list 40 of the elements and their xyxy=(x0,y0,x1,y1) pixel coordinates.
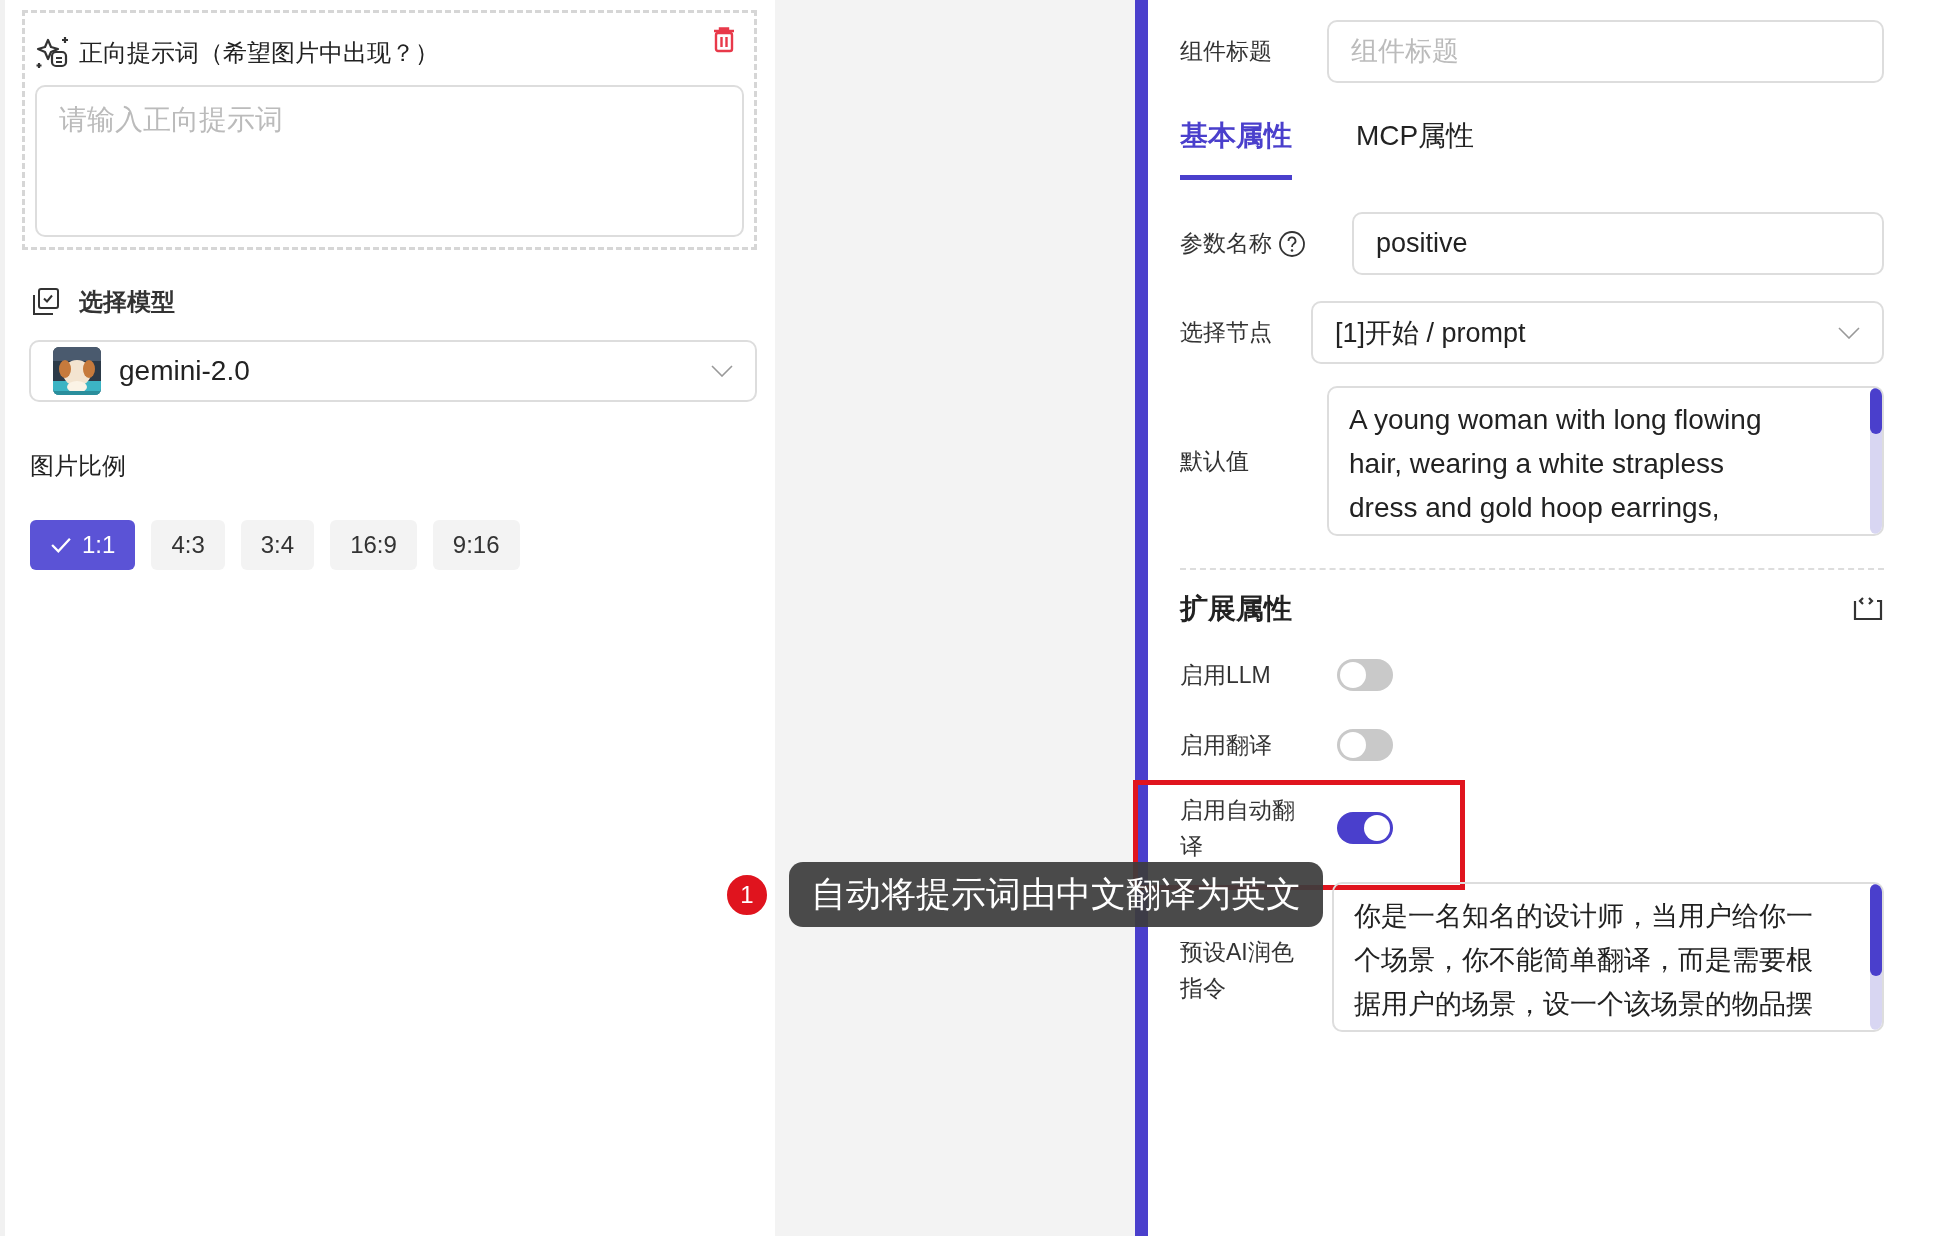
toggle-label: 启用自动翻译 xyxy=(1180,796,1296,861)
node-select[interactable]: [1]开始 / prompt xyxy=(1311,301,1884,364)
toggle-switch[interactable] xyxy=(1337,729,1393,761)
model-icon xyxy=(31,287,61,317)
ratio-option[interactable]: 9:16 xyxy=(432,520,520,570)
instruction-field[interactable]: 你是一名知名的设计师，当用户给你一 个场景，你不能简单翻译，而是需要根 据用户的场景，设一个该场景的物品摆 xyxy=(1332,882,1884,1032)
model-label: 选择模型 xyxy=(79,287,175,317)
field-label: 参数名称 xyxy=(1180,229,1272,258)
default-value-field[interactable]: A young woman with long flowing hair, wearing a white strapless dress and gold hoop earrings, xyxy=(1327,386,1884,536)
check-icon xyxy=(50,537,72,553)
field-label: 组件标题 xyxy=(1180,37,1273,66)
prompt-input[interactable]: 请输入正向提示词 xyxy=(35,85,744,237)
scrollbar[interactable] xyxy=(1870,388,1882,534)
chevron-down-icon xyxy=(1838,326,1860,339)
ratio-option[interactable]: 3:4 xyxy=(240,520,315,570)
toggle-switch[interactable] xyxy=(1337,812,1393,844)
field-label: 预设AI润色指令 xyxy=(1180,938,1295,1003)
help-icon[interactable] xyxy=(1278,229,1306,258)
tab[interactable]: MCP属性 xyxy=(1356,107,1475,180)
chevron-down-icon xyxy=(711,365,733,377)
toggle-switch[interactable] xyxy=(1337,659,1393,691)
title-field[interactable]: 组件标题 xyxy=(1327,20,1884,83)
prompt-title: 正向提示词（希望图片中出现？） xyxy=(79,38,439,68)
tooltip: 自动将提示词由中文翻译为英文 xyxy=(789,862,1323,927)
field-label: 选择节点 xyxy=(1180,318,1273,347)
ratio-option[interactable]: 4:3 xyxy=(151,520,225,570)
code-bracket-icon[interactable] xyxy=(1852,595,1884,623)
section-title: 扩展属性 xyxy=(1180,592,1292,626)
ratio-option[interactable]: 16:9 xyxy=(330,520,417,570)
tab[interactable]: 基本属性 xyxy=(1180,107,1292,180)
scrollbar[interactable] xyxy=(1870,884,1882,1030)
toggle-label: 启用翻译 xyxy=(1180,731,1273,760)
ratio-label: 图片比例 xyxy=(30,451,127,481)
model-select[interactable]: gemini-2.0 xyxy=(29,340,757,402)
parameter-name-field[interactable]: positive xyxy=(1352,212,1884,275)
ratio-option[interactable]: 1:1 xyxy=(30,520,136,570)
delete-icon[interactable] xyxy=(712,27,736,53)
toggle-label: 启用LLM xyxy=(1180,661,1272,690)
field-label: 默认值 xyxy=(1180,446,1250,476)
sparkle-icon xyxy=(35,35,71,71)
